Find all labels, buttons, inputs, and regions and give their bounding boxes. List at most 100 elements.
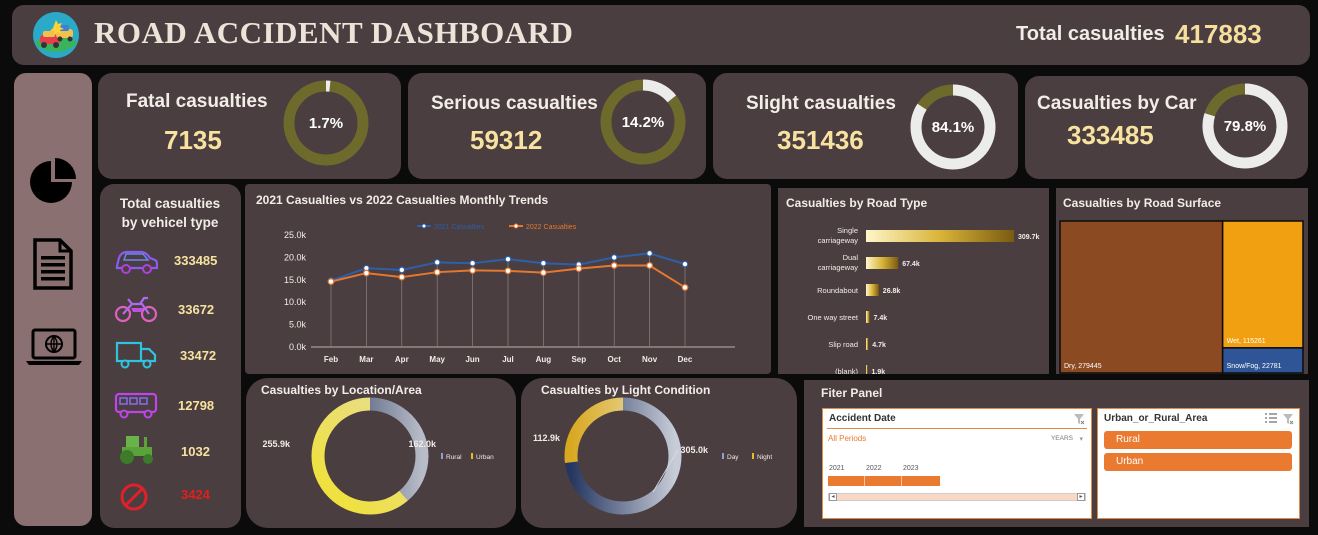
line-chart-plot: 0.0k 5.0k 10.0k 15.0k 20.0k 25.0k Feb Mar Apr May…	[284, 223, 735, 364]
y-tick-label: 5.0k	[289, 320, 307, 330]
vehicle-value-other: 3424	[181, 487, 210, 502]
data-label: 26.8k	[883, 288, 901, 295]
category-label: Dual	[843, 253, 859, 262]
data-point	[646, 262, 654, 269]
data-point	[610, 262, 618, 269]
vehicle-value-motorcycle: 33672	[178, 302, 215, 317]
vehicle-type-panel: Total casualties by vehicel type 333485 …	[100, 184, 241, 528]
slice-label: 255.9k	[262, 439, 291, 449]
slice-label: 112.9k	[533, 433, 561, 443]
document-icon[interactable]	[32, 238, 74, 290]
legend-swatch	[752, 453, 754, 459]
data-point	[433, 268, 441, 276]
clear-filter-icon[interactable]	[1073, 413, 1085, 425]
legend-swatch	[722, 453, 724, 459]
bar	[866, 230, 1014, 242]
category-label: carriageway	[818, 236, 859, 245]
motorcycle-icon	[114, 296, 158, 323]
granularity-label[interactable]: YEARS	[1051, 435, 1073, 442]
bar	[866, 311, 870, 323]
legend-label: Night	[757, 454, 772, 461]
multi-select-icon[interactable]	[1265, 413, 1277, 424]
location-area-chart: Casualties by Location/Area 162.0k 255.9k…	[246, 378, 516, 528]
bar	[866, 257, 899, 269]
treemap-label: Snow/Fog, 22781	[1227, 363, 1282, 370]
legend-swatch	[471, 453, 473, 459]
x-tick-label: Aug	[536, 355, 552, 364]
vehicle-title-line2: by vehicel type	[121, 215, 219, 230]
urban-rural-slicer[interactable]: Urban_or_Rural_Area Rural Urban	[1097, 408, 1300, 519]
treemap-label: Dry, 279445	[1064, 363, 1102, 370]
legend-label: Urban	[476, 454, 494, 461]
pie-chart-icon[interactable]	[28, 157, 78, 207]
road-type-chart: Casualties by Road Type Single carriagewa…	[778, 188, 1049, 374]
x-tick-label: Oct	[608, 355, 622, 364]
timeline-selected-range[interactable]	[828, 476, 940, 486]
all-periods-label: All Periods	[828, 434, 867, 443]
bar	[866, 338, 869, 350]
data-point	[398, 273, 406, 281]
road-surface-chart: Casualties by Road Surface Dry, 279445 We…	[1056, 188, 1308, 374]
vehicle-value-bus: 12798	[178, 398, 215, 413]
slicer-title: Urban_or_Rural_Area	[1104, 413, 1208, 424]
bar	[866, 284, 879, 296]
accident-date-slicer[interactable]: Accident Date All Periods YEARS ▾ 2021 2…	[822, 408, 1092, 519]
legend-label: 2021 Casualties	[434, 224, 485, 231]
kpi-value: 351436	[777, 125, 864, 155]
treemap-label: Wet, 115261	[1227, 338, 1266, 345]
kpi-percent: 1.7%	[308, 115, 344, 132]
legend-label: 2022 Casualties	[526, 224, 577, 231]
clear-filter-icon[interactable]	[1282, 413, 1294, 425]
y-tick-label: 15.0k	[284, 275, 307, 285]
x-tick-label: May	[429, 355, 445, 364]
tractor-icon	[120, 436, 153, 464]
chevron-down-icon[interactable]: ▾	[1079, 435, 1083, 443]
scroll-right-icon[interactable]: ▸	[1077, 493, 1085, 501]
timeline-scrollbar[interactable]: ◂ ▸	[828, 493, 1086, 501]
data-point	[398, 266, 406, 274]
x-tick-label: Nov	[642, 355, 658, 364]
header-bar: ROAD ACCIDENT DASHBOARD Total casualties…	[12, 5, 1310, 65]
kpi-card-slight: Slight casualties 351436 84.1%	[713, 73, 1018, 179]
laptop-globe-icon[interactable]	[24, 327, 84, 367]
light-condition-chart: Casualties by Light Condition 305.0k 112.…	[521, 378, 797, 528]
slicer-option-urban[interactable]: Urban	[1104, 453, 1292, 471]
legend-marker	[513, 223, 519, 229]
filter-panel: Fiter Panel Accident Date All Periods YE…	[804, 380, 1309, 527]
year-label: 2022	[866, 465, 882, 472]
vehicle-title-line1: Total casualties	[119, 196, 221, 211]
category-label: Slip road	[828, 340, 858, 349]
scroll-left-icon[interactable]: ◂	[829, 493, 837, 501]
y-tick-label: 20.0k	[284, 252, 307, 262]
slicer-option-rural[interactable]: Rural	[1104, 431, 1292, 449]
vehicle-value-truck: 33472	[180, 348, 217, 363]
data-point	[540, 259, 547, 267]
data-point	[610, 253, 618, 261]
data-label: 67.4k	[902, 261, 920, 268]
data-point	[646, 249, 654, 257]
data-point	[433, 258, 441, 266]
x-tick-label: Apr	[395, 355, 409, 364]
treemap-tile	[1059, 220, 1224, 374]
x-tick-label: Sep	[571, 355, 586, 364]
data-point	[681, 260, 689, 268]
data-label: 309.7k	[1018, 234, 1040, 241]
total-casualties-value: 417883	[1175, 19, 1262, 49]
x-tick-label: Feb	[324, 355, 338, 364]
car-accident-logo-icon	[33, 12, 79, 58]
kpi-value: 7135	[164, 125, 222, 155]
y-tick-label: 0.0k	[289, 342, 307, 352]
car-icon	[115, 250, 158, 274]
data-point	[469, 266, 477, 274]
data-point	[362, 269, 370, 277]
kpi-percent: 84.1%	[931, 119, 975, 136]
data-point	[504, 255, 512, 263]
year-label: 2023	[903, 465, 919, 472]
bar-chart-plot: Singlecarriageway 309.7kDualcarriageway 67…	[808, 226, 1040, 374]
x-tick-label: Dec	[678, 355, 693, 364]
legend-marker	[421, 223, 427, 229]
donut-plot-location: 162.0k 255.9k Rural Urban	[262, 397, 494, 515]
slice-label: 305.0k	[680, 445, 709, 455]
x-tick-label: Mar	[359, 355, 373, 364]
bus-icon	[114, 392, 158, 419]
